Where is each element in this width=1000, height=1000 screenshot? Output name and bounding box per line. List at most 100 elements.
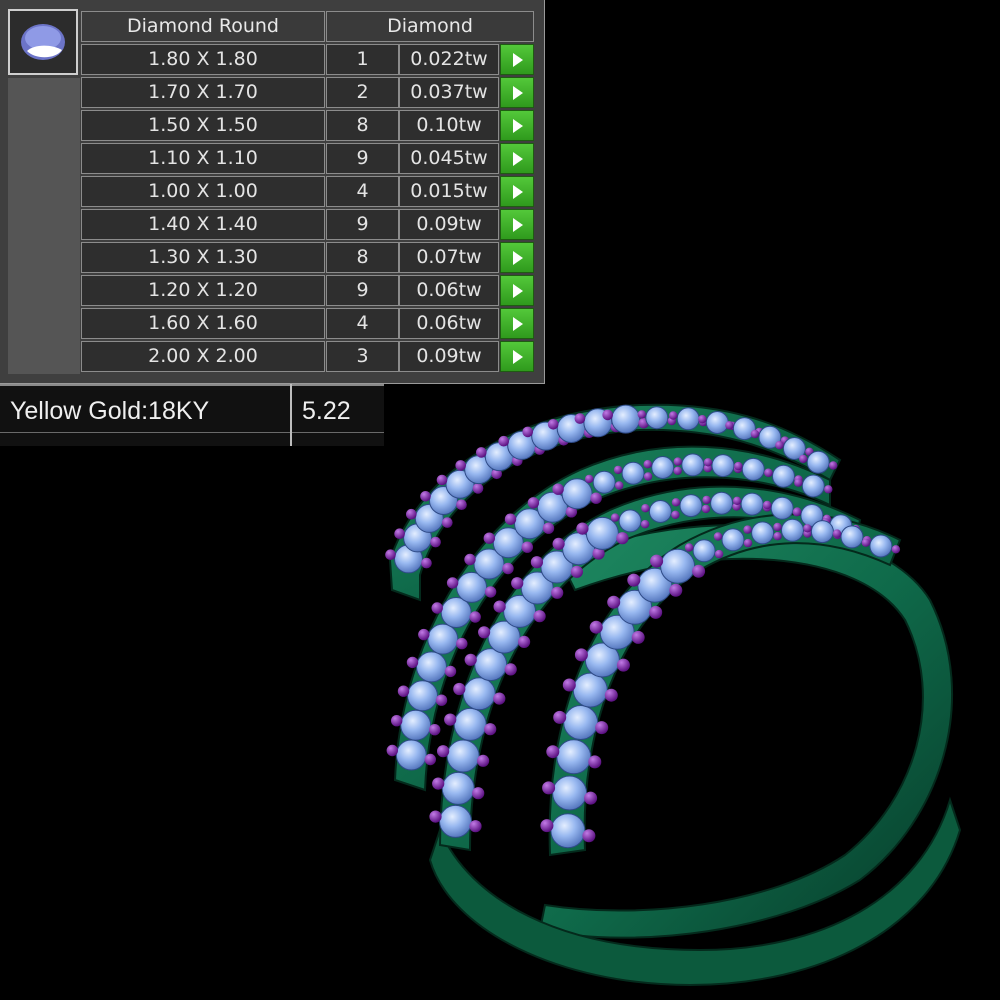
- stone-table-panel: Diamond Round Diamond 1.80 X 1.80 1 0.022t…: [0, 0, 545, 384]
- diamond-stone: [550, 813, 586, 849]
- prong: [437, 745, 450, 758]
- prong: [484, 723, 497, 736]
- prong: [431, 602, 443, 614]
- prong: [582, 829, 596, 843]
- diamond-stone: [840, 525, 864, 549]
- prong: [552, 483, 564, 495]
- diamond-stone: [395, 739, 427, 771]
- diamond-stone: [621, 461, 645, 485]
- stone-weight-cell: 0.10tw: [399, 110, 499, 141]
- prong: [521, 541, 533, 553]
- play-arrow-icon[interactable]: [500, 143, 534, 174]
- diamond-stone: [618, 509, 642, 533]
- prong: [701, 504, 711, 514]
- prong: [477, 754, 490, 767]
- prong: [421, 557, 432, 569]
- prong: [484, 586, 497, 598]
- prong: [616, 658, 630, 672]
- stone-size-cell: 1.10 X 1.10: [81, 143, 325, 174]
- prong: [464, 553, 476, 566]
- prong: [455, 460, 467, 471]
- stone-qty-cell: 2: [326, 77, 399, 108]
- round-diamond-icon[interactable]: [8, 9, 78, 75]
- prong: [472, 787, 485, 800]
- stone-weight-cell: 0.06tw: [399, 275, 499, 306]
- prong: [671, 510, 680, 519]
- diamond-stone: [427, 623, 459, 655]
- prong: [631, 630, 645, 644]
- play-arrow-icon[interactable]: [500, 341, 534, 372]
- prong: [803, 524, 812, 533]
- prong: [829, 461, 838, 470]
- prong: [891, 545, 901, 554]
- prong: [442, 517, 453, 528]
- stone-qty-cell: 1: [326, 44, 399, 75]
- prong: [627, 573, 641, 587]
- stone-weight-cell: 0.037tw: [399, 77, 499, 108]
- prong: [542, 522, 555, 534]
- prong: [824, 485, 833, 494]
- diamond-stone: [446, 739, 480, 773]
- prong: [673, 466, 682, 475]
- stone-size-cell: 1.50 X 1.50: [81, 110, 325, 141]
- stone-weight-cell: 0.06tw: [399, 308, 499, 339]
- prong: [773, 522, 782, 532]
- diamond-stone: [556, 739, 592, 775]
- prong: [546, 745, 560, 759]
- play-arrow-icon[interactable]: [500, 308, 534, 339]
- prong: [861, 538, 871, 547]
- stone-weight-cell: 0.045tw: [399, 143, 499, 174]
- diamond-stone: [741, 457, 765, 481]
- prong: [725, 421, 734, 430]
- prong: [430, 536, 441, 548]
- prong: [552, 537, 565, 551]
- prong: [641, 504, 650, 513]
- prong: [511, 577, 524, 590]
- prong: [637, 410, 646, 419]
- play-arrow-icon[interactable]: [500, 209, 534, 240]
- jewelry-cad-view: Diamond Round Diamond 1.80 X 1.80 1 0.022t…: [0, 0, 1000, 1000]
- stone-qty-cell: 8: [326, 242, 399, 273]
- prong: [436, 474, 448, 486]
- play-arrow-icon[interactable]: [500, 176, 534, 207]
- prong: [472, 483, 484, 494]
- prong: [385, 549, 396, 560]
- prong: [775, 441, 784, 450]
- diamond-stone: [781, 518, 804, 542]
- prong: [453, 682, 466, 696]
- prong: [522, 426, 533, 438]
- prong: [613, 465, 623, 475]
- prong: [456, 637, 468, 650]
- diamond-stone: [751, 521, 775, 545]
- diamond-stone: [676, 407, 700, 431]
- prong: [530, 556, 544, 569]
- column-header-shape: Diamond Round: [81, 11, 325, 42]
- prong: [615, 481, 624, 490]
- prong: [429, 724, 441, 736]
- prong: [540, 819, 554, 833]
- prong: [669, 583, 683, 597]
- play-arrow-icon[interactable]: [500, 275, 534, 306]
- prong: [533, 610, 546, 623]
- prong: [743, 538, 753, 548]
- diamond-stone: [681, 453, 705, 477]
- play-arrow-icon[interactable]: [500, 242, 534, 273]
- diamond-stone: [770, 496, 794, 520]
- prong: [590, 492, 602, 504]
- play-arrow-icon[interactable]: [500, 44, 534, 75]
- play-arrow-icon[interactable]: [500, 110, 534, 141]
- play-arrow-icon[interactable]: [500, 77, 534, 108]
- stone-size-cell: 1.70 X 1.70: [81, 77, 325, 108]
- prong: [562, 678, 576, 692]
- prong: [684, 543, 694, 552]
- diamond-stone: [563, 705, 599, 740]
- prong: [713, 532, 723, 541]
- prong: [547, 419, 559, 430]
- prong: [574, 648, 588, 662]
- prong: [773, 532, 782, 541]
- prong: [446, 577, 459, 589]
- prong: [692, 564, 706, 578]
- prong: [391, 715, 403, 727]
- prong: [464, 653, 477, 666]
- stone-weight-cell: 0.07tw: [399, 242, 499, 273]
